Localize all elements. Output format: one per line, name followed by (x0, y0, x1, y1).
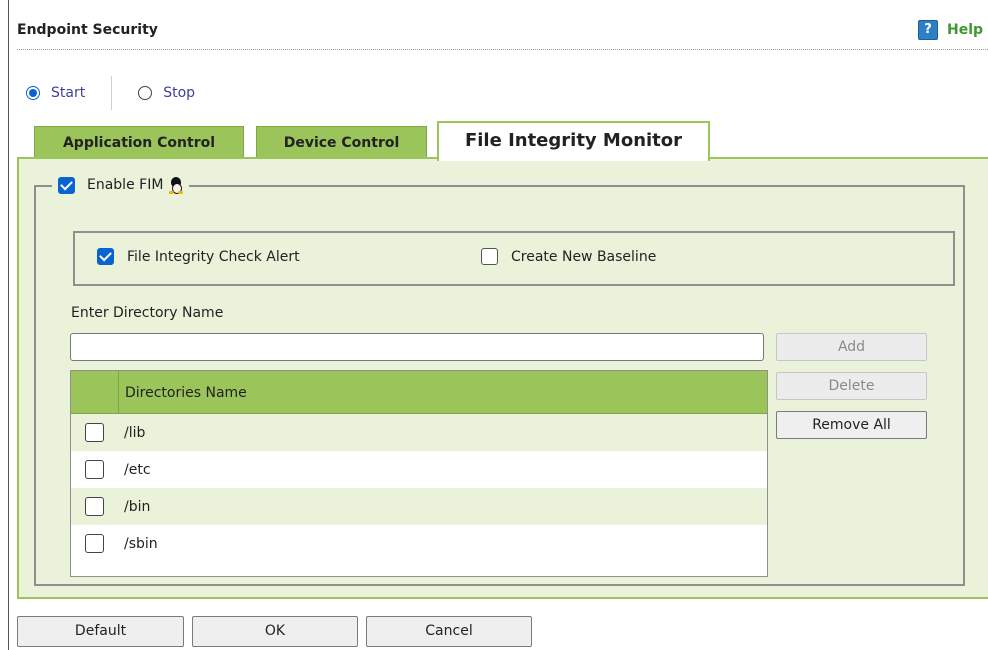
page-title: Endpoint Security (17, 22, 158, 38)
start-radio[interactable] (26, 86, 40, 100)
tab-application-control[interactable]: Application Control (34, 126, 244, 158)
start-label[interactable]: Start (51, 85, 85, 101)
file-integrity-alert-checkbox[interactable] (97, 248, 114, 265)
row-checkbox[interactable] (85, 497, 104, 516)
table-header: Directories Name (71, 371, 767, 414)
header-checkbox-column (71, 371, 119, 413)
cancel-button[interactable]: Cancel (366, 616, 532, 647)
table-row[interactable]: /etc (71, 451, 767, 488)
delete-button[interactable]: Delete (776, 372, 927, 400)
stop-radio[interactable] (138, 86, 153, 100)
help-label[interactable]: Help (947, 22, 983, 38)
row-checkbox[interactable] (85, 423, 104, 442)
window-left-border (8, 0, 9, 650)
create-baseline-checkbox[interactable] (481, 248, 498, 265)
create-baseline-label[interactable]: Create New Baseline (511, 249, 656, 265)
enable-fim-label[interactable]: Enable FIM (87, 177, 163, 193)
table-body: /lib /etc /bin /sbin (71, 414, 767, 562)
ok-button[interactable]: OK (192, 616, 358, 647)
baseline-option: Create New Baseline (481, 248, 656, 265)
help-link[interactable]: ? Help (918, 20, 983, 40)
row-directory-name: /etc (124, 461, 151, 478)
service-state-group: Start Stop (26, 76, 195, 110)
tab-device-control[interactable]: Device Control (256, 126, 427, 158)
radio-separator (111, 76, 113, 110)
header-divider (17, 49, 988, 50)
row-checkbox[interactable] (85, 534, 104, 553)
alert-option: File Integrity Check Alert (97, 248, 300, 265)
enable-fim-checkbox[interactable] (58, 176, 75, 194)
directories-table: Directories Name /lib /etc /bin /sbin (70, 370, 768, 577)
directory-name-label: Enter Directory Name (71, 305, 224, 321)
table-row[interactable]: /lib (71, 414, 767, 451)
row-directory-name: /bin (124, 498, 151, 515)
table-row[interactable]: /sbin (71, 525, 767, 562)
tab-file-integrity-monitor[interactable]: File Integrity Monitor (437, 121, 710, 161)
column-directories-name: Directories Name (125, 385, 247, 401)
question-icon[interactable]: ? (918, 20, 938, 40)
linux-icon (169, 176, 184, 194)
remove-all-button[interactable]: Remove All (776, 411, 927, 439)
stop-label[interactable]: Stop (163, 85, 195, 101)
row-directory-name: /lib (124, 424, 146, 441)
default-button[interactable]: Default (17, 616, 184, 647)
row-checkbox[interactable] (85, 460, 104, 479)
directory-name-input[interactable] (70, 333, 764, 361)
table-row[interactable]: /bin (71, 488, 767, 525)
file-integrity-alert-label[interactable]: File Integrity Check Alert (127, 249, 300, 265)
fim-legend: Enable FIM (52, 174, 190, 196)
row-directory-name: /sbin (124, 535, 158, 552)
add-button[interactable]: Add (776, 333, 927, 361)
